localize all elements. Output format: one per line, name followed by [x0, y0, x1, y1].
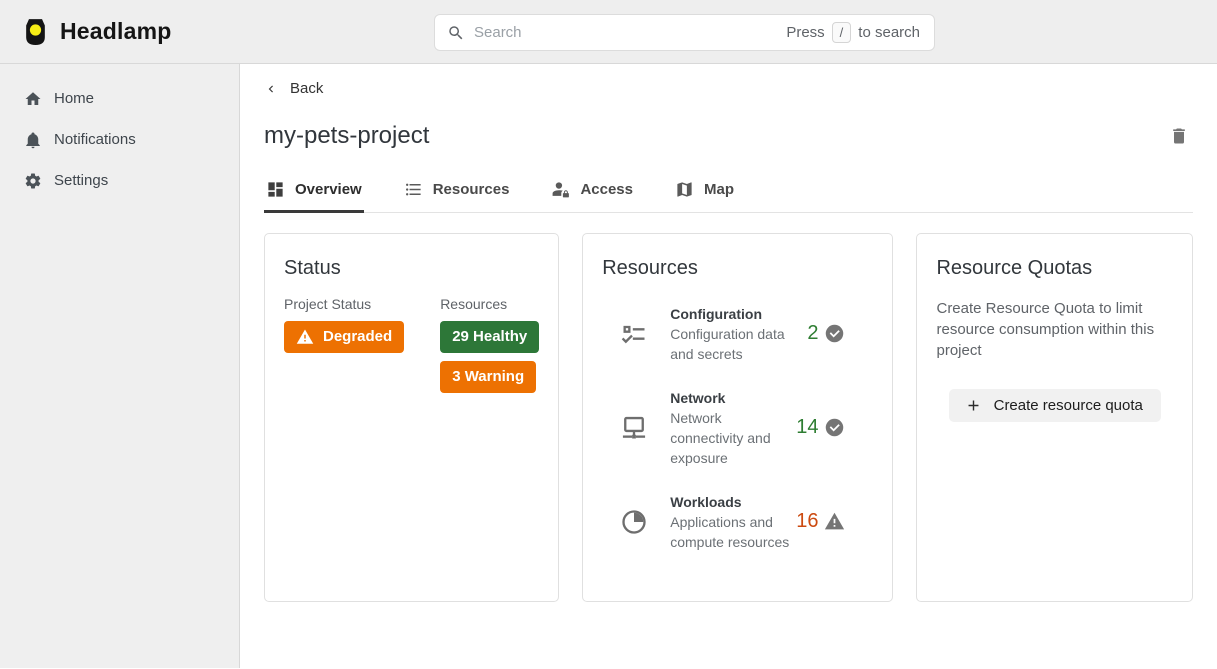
- resource-name: Workloads: [670, 492, 796, 512]
- sidebar-item-home[interactable]: Home: [0, 78, 239, 119]
- create-quota-label: Create resource quota: [994, 397, 1143, 414]
- tab-access[interactable]: Access: [549, 171, 635, 212]
- gear-icon: [24, 172, 42, 190]
- project-status-label: Project Status: [284, 296, 404, 312]
- tab-label: Overview: [295, 181, 362, 198]
- search-hint-prefix: Press: [786, 24, 824, 41]
- warning-triangle-icon: [824, 511, 845, 532]
- chevron-left-icon: [264, 82, 278, 96]
- quotas-description: Create Resource Quota to limit resource …: [936, 298, 1173, 361]
- person-lock-icon: [551, 180, 570, 199]
- resource-row-workloads[interactable]: Workloads Applications and compute resou…: [602, 492, 873, 552]
- headlamp-logo-icon: [22, 17, 49, 47]
- resources-card: Resources Configuration Configuration da…: [582, 233, 893, 602]
- warning-triangle-icon: [296, 328, 314, 346]
- resource-name: Configuration: [670, 304, 796, 324]
- sidebar-item-settings[interactable]: Settings: [0, 160, 239, 201]
- create-resource-quota-button[interactable]: Create resource quota: [949, 389, 1161, 422]
- project-status-column: Project Status Degraded: [284, 296, 404, 401]
- delete-project-button[interactable]: [1165, 122, 1193, 150]
- search-bar[interactable]: Press / to search: [434, 14, 935, 51]
- search-input[interactable]: [474, 24, 777, 41]
- check-circle-icon: [824, 417, 845, 438]
- quotas-card-title: Resource Quotas: [936, 257, 1173, 280]
- resource-row-network[interactable]: Network Network connectivity and exposur…: [602, 388, 873, 468]
- map-icon: [675, 180, 694, 199]
- sidebar-item-notifications[interactable]: Notifications: [0, 119, 239, 160]
- brand: Headlamp: [22, 17, 172, 47]
- tab-label: Resources: [433, 181, 510, 198]
- list-icon: [404, 180, 423, 199]
- badge-label: 29 Healthy: [452, 328, 527, 345]
- resource-count: 16: [796, 510, 818, 533]
- sidebar-item-label: Settings: [54, 172, 108, 189]
- search-icon: [447, 24, 465, 42]
- main-content: Back my-pets-project Overview: [240, 64, 1217, 668]
- warning-count-badge: 3 Warning: [440, 361, 536, 393]
- bell-icon: [24, 131, 42, 149]
- resource-count: 14: [796, 416, 818, 439]
- sidebar: Home Notifications Settings: [0, 64, 240, 668]
- trash-icon: [1169, 134, 1189, 149]
- back-label: Back: [290, 80, 323, 97]
- search-hint-suffix: to search: [858, 24, 920, 41]
- resource-row-configuration[interactable]: Configuration Configuration data and sec…: [602, 304, 873, 364]
- resources-status-label: Resources: [440, 296, 539, 312]
- slash-key-badge: /: [832, 22, 852, 44]
- sidebar-item-label: Notifications: [54, 131, 136, 148]
- sidebar-item-label: Home: [54, 90, 94, 107]
- resource-name: Network: [670, 388, 796, 408]
- tab-label: Access: [580, 181, 633, 198]
- topbar: Headlamp Press / to search: [0, 0, 1217, 64]
- resource-description: Network connectivity and exposure: [670, 408, 796, 468]
- tab-label: Map: [704, 181, 734, 198]
- search-shortcut-hint: Press / to search: [786, 22, 920, 44]
- workloads-pie-icon: [620, 508, 650, 536]
- network-icon: [620, 414, 650, 442]
- resources-card-title: Resources: [602, 257, 873, 280]
- page-title: my-pets-project: [264, 122, 429, 150]
- tab-map[interactable]: Map: [673, 171, 736, 212]
- check-circle-icon: [824, 323, 845, 344]
- tab-overview[interactable]: Overview: [264, 171, 364, 212]
- app-title: Headlamp: [60, 18, 172, 45]
- badge-label: 3 Warning: [452, 368, 524, 385]
- plus-icon: [965, 397, 982, 414]
- resource-description: Applications and compute resources: [670, 512, 796, 552]
- badge-label: Degraded: [323, 328, 392, 345]
- resource-description: Configuration data and secrets: [670, 324, 796, 364]
- dashboard-icon: [266, 180, 285, 199]
- status-card-title: Status: [284, 257, 539, 280]
- resource-count: 2: [807, 322, 818, 345]
- tab-resources[interactable]: Resources: [402, 171, 512, 212]
- tab-bar: Overview Resources Acces: [264, 171, 1193, 213]
- degraded-status-badge: Degraded: [284, 321, 404, 353]
- home-icon: [24, 90, 42, 108]
- configuration-icon: [620, 320, 650, 348]
- status-card: Status Project Status Degraded: [264, 233, 559, 602]
- healthy-count-badge: 29 Healthy: [440, 321, 539, 353]
- back-button[interactable]: Back: [264, 78, 327, 99]
- resources-status-column: Resources 29 Healthy 3 Warning: [440, 296, 539, 401]
- resource-quotas-card: Resource Quotas Create Resource Quota to…: [916, 233, 1193, 602]
